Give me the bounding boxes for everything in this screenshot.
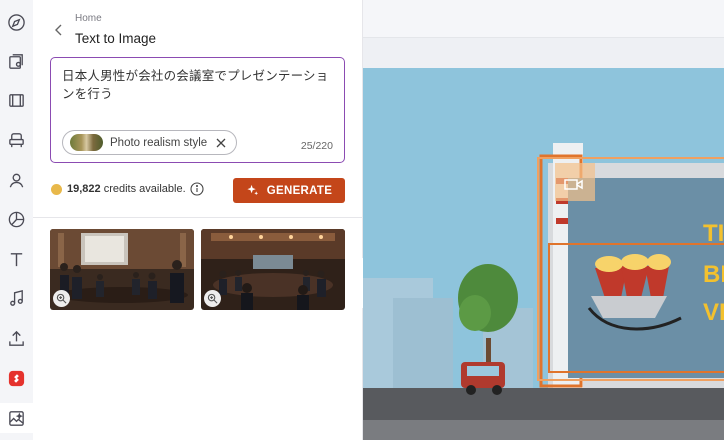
headline-line-1: TI bbox=[703, 220, 724, 247]
text-icon[interactable] bbox=[0, 244, 33, 274]
compass-icon[interactable] bbox=[0, 7, 33, 37]
music-icon[interactable] bbox=[0, 283, 33, 313]
person-icon[interactable] bbox=[0, 165, 33, 195]
app-icon[interactable] bbox=[0, 363, 33, 393]
coin-icon bbox=[51, 184, 62, 195]
breadcrumb-home[interactable]: Home bbox=[75, 13, 102, 24]
left-tool-rail bbox=[0, 0, 33, 440]
generate-button[interactable]: GENERATE bbox=[233, 178, 345, 203]
credits-amount: 19,822 bbox=[67, 183, 101, 195]
generate-label: GENERATE bbox=[266, 184, 333, 197]
style-chip[interactable]: Photo realism style bbox=[62, 130, 237, 155]
info-icon[interactable] bbox=[190, 182, 204, 196]
back-chevron-icon[interactable] bbox=[51, 22, 65, 38]
result-image-1[interactable] bbox=[50, 229, 194, 310]
media-icon[interactable] bbox=[0, 46, 33, 76]
credits-suffix: credits available. bbox=[100, 183, 186, 195]
upload-icon[interactable] bbox=[0, 323, 33, 353]
video-preview[interactable]: TI BI VI bbox=[363, 68, 724, 440]
divider bbox=[33, 217, 363, 218]
chart-icon[interactable] bbox=[0, 204, 33, 234]
prompt-input[interactable]: 日本人男性が会社の会議室でプレゼンテーションを行う Photo realism … bbox=[50, 57, 345, 163]
text-to-image-panel: Home Text to Image 日本人男性が会社の会議室でプレゼンテーショ… bbox=[33, 0, 363, 440]
page-title: Text to Image bbox=[75, 31, 157, 46]
film-icon[interactable] bbox=[0, 85, 33, 115]
char-count: 25/220 bbox=[300, 140, 333, 152]
headline-line-2: BI bbox=[703, 261, 724, 288]
prompt-text[interactable]: 日本人男性が会社の会議室でプレゼンテーションを行う bbox=[62, 67, 334, 103]
credits-text: 19,822 credits available. bbox=[67, 183, 186, 195]
zoom-in-icon[interactable] bbox=[53, 290, 70, 307]
close-icon[interactable] bbox=[215, 137, 227, 149]
canvas-top-bar bbox=[363, 0, 724, 38]
chair-icon[interactable] bbox=[0, 125, 33, 155]
sparkle-icon bbox=[247, 184, 258, 196]
headline-line-3: VI bbox=[703, 299, 724, 326]
style-thumbnail bbox=[70, 134, 103, 151]
ai-image-icon[interactable] bbox=[0, 403, 33, 433]
editor-canvas[interactable]: TI BI VI bbox=[363, 0, 724, 440]
style-chip-label: Photo realism style bbox=[110, 136, 208, 149]
result-image-2[interactable] bbox=[201, 229, 345, 310]
zoom-in-icon[interactable] bbox=[204, 290, 221, 307]
